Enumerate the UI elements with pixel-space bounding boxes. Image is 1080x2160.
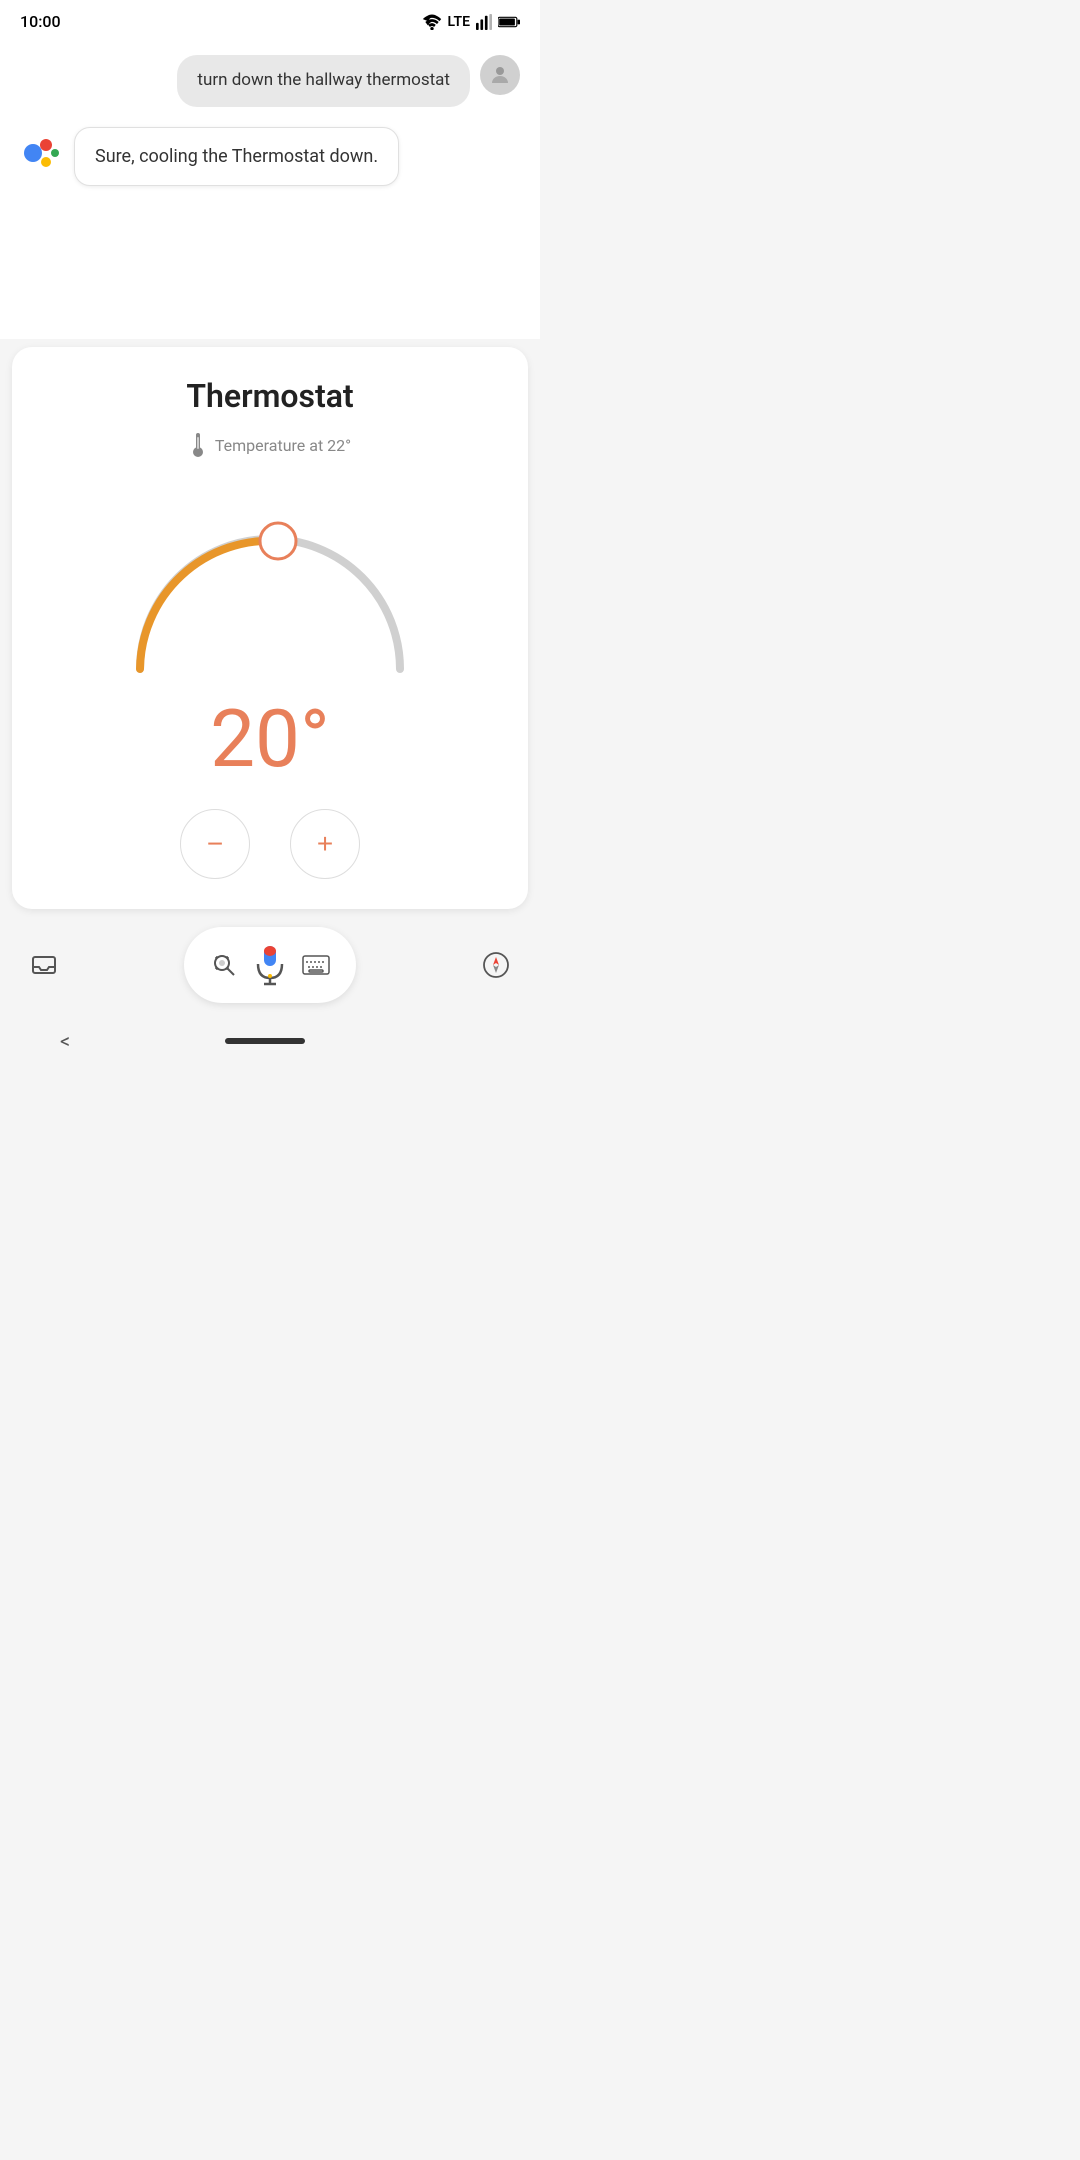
decrease-temp-button[interactable]: − (180, 809, 250, 879)
google-assistant-logo (20, 131, 64, 175)
user-avatar (480, 55, 520, 95)
chat-area: turn down the hallway thermostat Sure, c… (0, 39, 540, 339)
thermostat-dial (110, 479, 430, 699)
keyboard-icon (302, 955, 330, 975)
assistant-message-bubble: Sure, cooling the Thermostat down. (74, 127, 399, 186)
user-message-bubble: turn down the hallway thermostat (177, 55, 470, 107)
signal-icon (476, 14, 492, 30)
assistant-row: Sure, cooling the Thermostat down. (20, 127, 520, 186)
temp-label-row: Temperature at 22° (32, 431, 508, 459)
lens-icon-button[interactable] (204, 945, 244, 985)
lte-icon: LTE (448, 14, 470, 30)
bottom-toolbar (184, 927, 356, 1003)
avatar-icon (488, 63, 512, 87)
user-message-row: turn down the hallway thermostat (20, 55, 520, 107)
status-bar: 10:00 LTE (0, 0, 540, 39)
nav-bar: < (0, 1013, 540, 1073)
back-button[interactable]: < (60, 1029, 70, 1053)
inbox-icon-button[interactable] (24, 945, 64, 985)
status-icons: LTE (422, 14, 520, 30)
compass-icon-button[interactable] (476, 945, 516, 985)
mic-button[interactable] (244, 939, 296, 991)
google-dots-svg (20, 131, 64, 175)
thermostat-controls: − + (32, 809, 508, 879)
thermometer-icon (189, 431, 207, 459)
compass-icon (482, 951, 510, 979)
battery-icon (498, 15, 520, 29)
status-time: 10:00 (20, 12, 61, 31)
lens-icon (211, 952, 237, 978)
wifi-icon (422, 14, 442, 30)
increase-temp-button[interactable]: + (290, 809, 360, 879)
temp-label-text: Temperature at 22° (215, 436, 351, 455)
home-indicator[interactable] (225, 1038, 305, 1044)
outer-toolbar (0, 917, 540, 1013)
temp-display: 20° (32, 699, 508, 779)
mic-icon (254, 944, 286, 986)
dial-svg (110, 479, 430, 699)
keyboard-icon-button[interactable] (296, 945, 336, 985)
thermostat-card-title: Thermostat (32, 377, 508, 415)
inbox-icon (30, 951, 58, 979)
thermostat-card: Thermostat Temperature at 22° 20° − + (12, 347, 528, 909)
